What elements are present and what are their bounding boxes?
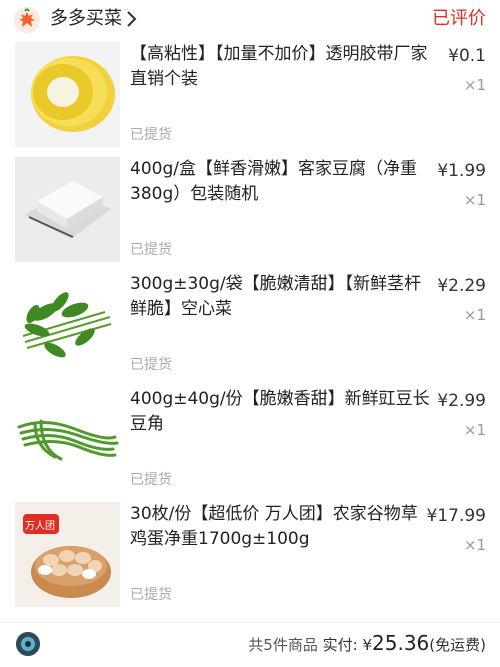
item-title[interactable]: 400g±40g/份【脆嫩香甜】新鲜豇豆长豆角 [130,387,430,437]
eggs-image[interactable]: 万人团 [15,502,120,607]
item-quantity: ×1 [463,76,486,94]
currency-symbol: ¥ [362,636,373,654]
chevron-right-icon[interactable] [124,10,138,28]
store-logo-icon[interactable] [14,7,40,33]
order-summary: 共5件商品 实付: ¥25.36(免运费) [248,631,486,655]
item-price: ¥1.99 [437,161,486,181]
avatar[interactable] [16,632,40,656]
item-price: ¥2.99 [437,391,486,411]
item-count: 共5件商品 [248,636,318,654]
item-title[interactable]: 【高粘性】【加量不加价】透明胶带厂家直销个装 [130,42,430,92]
order-header: 多多买菜 已评价 [0,0,500,40]
pickup-status: 已提货 [130,242,172,258]
item-quantity: ×1 [463,191,486,209]
order-item[interactable]: 【高粘性】【加量不加价】透明胶带厂家直销个装 ¥0.1 ×1 已提货 [0,42,500,156]
item-price: ¥2.29 [437,276,486,296]
tofu-image[interactable] [15,157,120,262]
order-item[interactable]: 万人团 30枚/份【超低价 万人团】农家谷物草鸡蛋净重1700g±100g ¥1… [0,502,500,616]
item-title[interactable]: 400g/盒【鲜香滑嫩】客家豆腐（净重380g）包装随机 [130,157,430,207]
item-quantity: ×1 [463,421,486,439]
item-title[interactable]: 300g±30g/袋【脆嫩清甜】【新鲜茎杆鲜脆】空心菜 [130,272,430,322]
order-item[interactable]: 400g/盒【鲜香滑嫩】客家豆腐（净重380g）包装随机 ¥1.99 ×1 已提… [0,157,500,271]
item-quantity: ×1 [463,536,486,554]
paid-label: 实付: [322,636,358,654]
order-item[interactable]: 400g±40g/份【脆嫩香甜】新鲜豇豆长豆角 ¥2.99 ×1 已提货 [0,387,500,501]
water-spinach-image[interactable] [15,272,120,377]
store-name[interactable]: 多多买菜 [50,7,122,31]
pickup-status: 已提货 [130,472,172,488]
order-footer: 共5件商品 实付: ¥25.36(免运费) [0,622,500,667]
item-price: ¥0.1 [448,46,486,66]
pickup-status: 已提货 [130,357,172,373]
tape-image[interactable] [15,42,120,147]
order-item[interactable]: 300g±30g/袋【脆嫩清甜】【新鲜茎杆鲜脆】空心菜 ¥2.29 ×1 已提货 [0,272,500,386]
long-bean-image[interactable] [15,387,120,492]
item-price: ¥17.99 [426,506,486,526]
shipping-note: (免运费) [429,636,486,654]
pickup-status: 已提货 [130,127,172,143]
pickup-status: 已提货 [130,587,172,603]
group-buy-badge: 万人团 [25,521,55,532]
order-status: 已评价 [432,8,486,29]
item-title[interactable]: 30枚/份【超低价 万人团】农家谷物草鸡蛋净重1700g±100g [130,502,430,552]
total-amount: 25.36 [372,631,430,655]
item-quantity: ×1 [463,306,486,324]
